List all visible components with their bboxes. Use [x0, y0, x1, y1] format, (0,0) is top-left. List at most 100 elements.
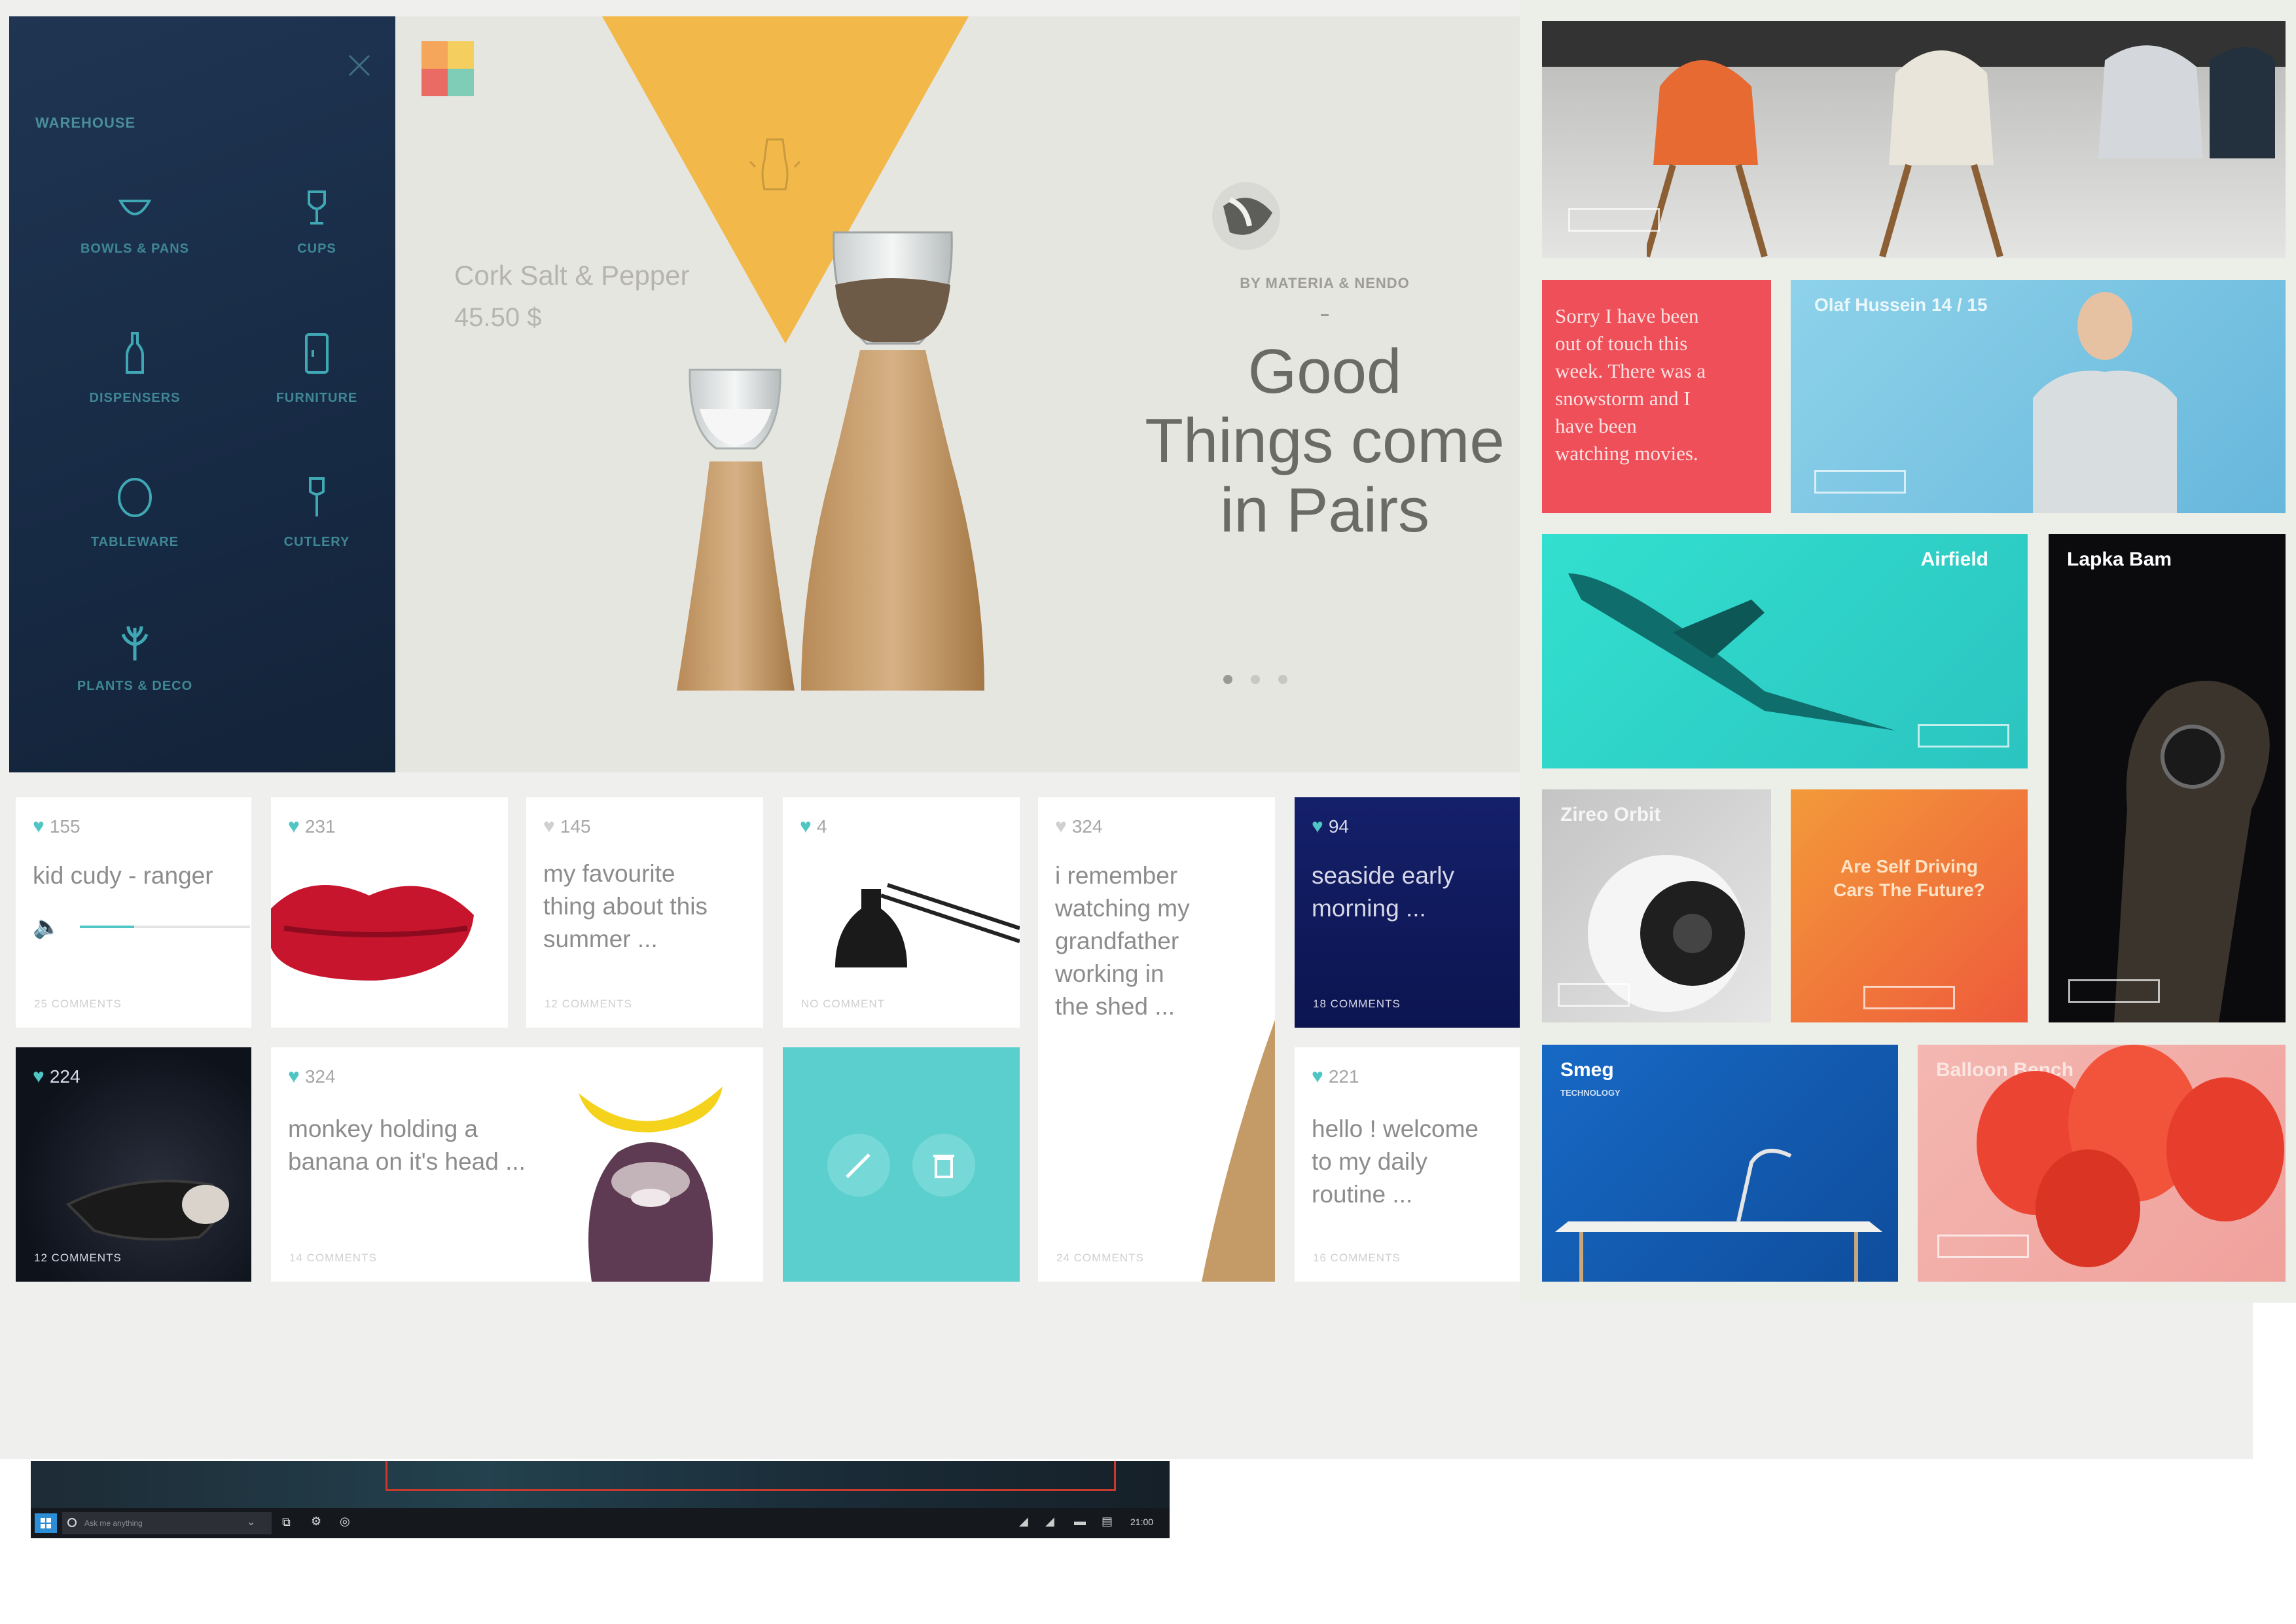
tile-button[interactable]: [1918, 724, 2009, 748]
windows-start-icon[interactable]: [35, 1513, 57, 1533]
app-board: WAREHOUSE BOWLS & PANS CUPS DISPENSERS F…: [0, 0, 2296, 1459]
like-count-value: 324: [304, 1066, 336, 1087]
airfield-tile[interactable]: Airfield: [1542, 534, 2028, 768]
card-text-line: thing about this: [543, 893, 708, 920]
chairs-tile[interactable]: [1542, 21, 2286, 258]
close-icon[interactable]: [343, 49, 376, 82]
feed-card[interactable]: ♥ 4 NO COMMENT: [783, 797, 1020, 1028]
audio-progress-fill: [80, 926, 135, 928]
like-count[interactable]: ♥ 231: [288, 816, 336, 838]
balloon-tile[interactable]: Balloon Bench: [1918, 1045, 2286, 1282]
feed-card[interactable]: ♥ 155 kid cudy - ranger 🔈 25 COMMENTS: [16, 797, 251, 1028]
quote-line: have been: [1555, 414, 1637, 437]
tile-title-line: Are Self Driving: [1840, 856, 1979, 876]
lapka-tile[interactable]: Lapka Bam: [2049, 534, 2286, 1022]
like-count[interactable]: ♥ 145: [543, 816, 591, 838]
audio-progress-track[interactable]: [80, 926, 250, 928]
sidebar-item-label: DISPENSERS: [89, 391, 181, 405]
comment-count[interactable]: 25 COMMENTS: [34, 998, 122, 1011]
feed-card[interactable]: ♥ 145 my favourite thing about this summe…: [526, 797, 763, 1028]
comment-count[interactable]: 16 COMMENTS: [1313, 1252, 1401, 1265]
tile-button[interactable]: [1937, 1235, 2029, 1258]
feed-card[interactable]: ♥ 324 i remember watching my grandfather …: [1038, 797, 1275, 1282]
sidebar-item-cutlery[interactable]: CUTLERY: [251, 475, 382, 550]
selection-frame: [386, 1461, 1116, 1491]
like-count[interactable]: ♥ 221: [1312, 1066, 1359, 1088]
carousel-dot[interactable]: [1278, 675, 1287, 684]
task-view-icon[interactable]: ⧉: [282, 1515, 291, 1529]
sidebar-item-furniture[interactable]: FURNITURE: [251, 331, 382, 406]
volume-icon[interactable]: ◢: [1045, 1515, 1054, 1528]
sidebar-item-cups[interactable]: CUPS: [251, 188, 382, 257]
like-count[interactable]: ♥ 4: [800, 816, 827, 838]
plant-icon: [121, 626, 149, 660]
product-price: 45.50 $: [454, 303, 542, 332]
comment-count[interactable]: 18 COMMENTS: [1313, 998, 1401, 1011]
feed-card[interactable]: ♥ 224 12 COMMENTS: [16, 1047, 251, 1282]
tile-button[interactable]: [1863, 986, 1955, 1009]
headline-line: Good: [1247, 336, 1402, 406]
carousel-dot[interactable]: [1223, 675, 1232, 684]
heart-icon[interactable]: ♥: [288, 816, 300, 837]
comment-count[interactable]: 14 COMMENTS: [289, 1252, 377, 1265]
trash-icon[interactable]: [911, 1132, 977, 1198]
comment-count[interactable]: 12 COMMENTS: [545, 998, 632, 1011]
edit-actions-card[interactable]: [783, 1047, 1020, 1282]
like-count[interactable]: ♥ 324: [1055, 816, 1103, 838]
heart-icon[interactable]: ♥: [1055, 816, 1067, 837]
network-icon[interactable]: ◢: [1019, 1515, 1028, 1528]
sidebar-item-label: FURNITURE: [276, 391, 358, 405]
microphone-icon[interactable]: ⌄: [247, 1515, 255, 1528]
comment-count[interactable]: NO COMMENT: [801, 998, 885, 1011]
like-count[interactable]: ♥ 224: [33, 1066, 81, 1088]
sidebar-item-bowls[interactable]: BOWLS & PANS: [69, 188, 200, 257]
olaf-tile[interactable]: Olaf Hussein 14 / 15: [1791, 280, 2286, 513]
tile-button[interactable]: [1568, 208, 1660, 232]
heart-icon[interactable]: ♥: [33, 1066, 45, 1087]
pencil-icon[interactable]: [826, 1132, 891, 1198]
like-count[interactable]: ♥ 94: [1312, 816, 1349, 838]
cup-icon: [308, 190, 326, 225]
wooden-chair-leg-image: [1202, 1020, 1275, 1282]
like-count[interactable]: ♥ 324: [288, 1066, 336, 1088]
tile-button[interactable]: [1814, 470, 1906, 494]
sidebar-item-tableware[interactable]: TABLEWARE: [69, 475, 200, 550]
quote-tile[interactable]: Sorry I have been out of touch this week…: [1542, 280, 1771, 513]
globe-icon[interactable]: ◎: [340, 1515, 350, 1528]
feed-card[interactable]: ♥ 231: [271, 797, 508, 1028]
heart-icon[interactable]: ♥: [1312, 1066, 1323, 1087]
tile-title: Airfield: [1920, 549, 1988, 570]
heart-icon[interactable]: ♥: [543, 816, 555, 837]
taskbar-clock[interactable]: 21:00: [1130, 1517, 1153, 1527]
like-count[interactable]: ♥ 155: [33, 816, 81, 838]
bowl-icon: [118, 200, 152, 215]
taskbar-search-box[interactable]: Ask me anything: [62, 1512, 272, 1534]
smeg-tile[interactable]: Smeg TECHNOLOGY: [1542, 1045, 1898, 1282]
feed-card[interactable]: ♥ 324 monkey holding a banana on it's hea…: [271, 1047, 763, 1282]
comment-count[interactable]: 12 COMMENTS: [34, 1252, 122, 1265]
cortana-icon[interactable]: [67, 1518, 77, 1527]
feed-card[interactable]: ♥ 94 seaside early morning ... 18 COMMENT…: [1295, 797, 1522, 1028]
zireo-tile[interactable]: Zireo Orbit: [1542, 789, 1771, 1022]
battery-icon[interactable]: ▬: [1074, 1515, 1086, 1528]
like-count-value: 324: [1071, 816, 1103, 837]
heart-icon[interactable]: ♥: [33, 816, 45, 837]
brand-logo[interactable]: [422, 41, 474, 96]
heart-icon[interactable]: ♥: [288, 1066, 300, 1087]
sidebar-item-label: BOWLS & PANS: [80, 242, 190, 256]
sidebar-item-dispensers[interactable]: DISPENSERS: [69, 331, 200, 406]
feed-card[interactable]: ♥ 221 hello ! welcome to my daily routine…: [1295, 1047, 1522, 1282]
tile-button[interactable]: [2068, 979, 2160, 1003]
settings-icon[interactable]: ⚙: [311, 1515, 321, 1528]
brand-avatar[interactable]: [1210, 180, 1282, 252]
heart-icon[interactable]: ♥: [1312, 816, 1323, 837]
heart-icon[interactable]: ♥: [800, 816, 812, 837]
carousel-dot[interactable]: [1251, 675, 1260, 684]
speaker-icon[interactable]: 🔈: [33, 914, 60, 940]
hero-headline: Good Things come in Pairs: [1063, 337, 1525, 545]
notifications-icon[interactable]: ▤: [1102, 1515, 1113, 1528]
sidebar-item-plants[interactable]: PLANTS & DECO: [69, 619, 200, 694]
tile-button[interactable]: [1558, 983, 1630, 1007]
comment-count[interactable]: 24 COMMENTS: [1056, 1252, 1144, 1265]
selfdriving-tile[interactable]: Are Self Driving Cars The Future?: [1791, 789, 2028, 1022]
